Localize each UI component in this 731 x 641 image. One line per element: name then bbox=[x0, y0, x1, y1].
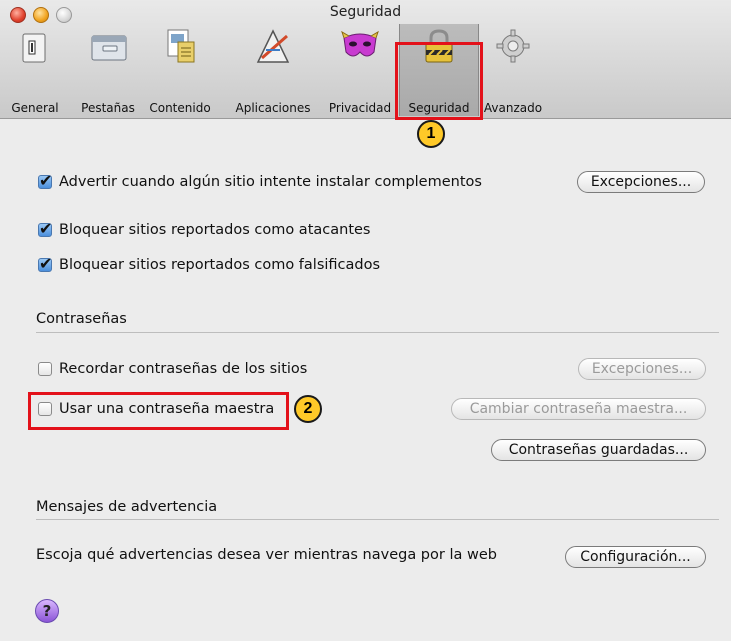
tab-tabs[interactable]: Pestañas bbox=[78, 24, 138, 116]
tabs-icon bbox=[91, 35, 127, 61]
divider bbox=[36, 519, 719, 520]
window-toolbar: Seguridad General Pestañas Contenido Apl… bbox=[0, 0, 731, 119]
highlight-box-master-password bbox=[28, 392, 289, 430]
tab-label: Pestañas bbox=[81, 101, 135, 115]
content-icon bbox=[167, 29, 195, 63]
warn-addons-label: Advertir cuando algún sitio intente inst… bbox=[59, 174, 482, 190]
block-forgery-checkbox[interactable] bbox=[38, 254, 52, 273]
divider bbox=[36, 332, 719, 333]
password-exceptions-button[interactable]: Excepciones... bbox=[578, 358, 706, 380]
remember-passwords-option[interactable]: Recordar contraseñas de los sitios bbox=[38, 361, 307, 377]
window-title: Seguridad bbox=[329, 4, 402, 20]
block-forgery-label: Bloquear sitios reportados como falsific… bbox=[59, 257, 381, 273]
warn-addons-option[interactable]: Advertir cuando algún sitio intente inst… bbox=[38, 171, 482, 190]
tab-label: Contenido bbox=[149, 101, 211, 115]
tab-advanced[interactable]: Avanzado bbox=[482, 24, 544, 116]
applications-icon bbox=[256, 29, 290, 63]
change-master-password-button[interactable]: Cambiar contraseña maestra... bbox=[451, 398, 706, 420]
block-attack-label: Bloquear sitios reportados como atacante… bbox=[59, 222, 371, 238]
warn-addons-checkbox[interactable] bbox=[38, 171, 52, 190]
tab-privacy[interactable]: Privacidad bbox=[322, 24, 398, 116]
block-attack-option[interactable]: Bloquear sitios reportados como atacante… bbox=[38, 219, 371, 238]
tab-label: General bbox=[11, 101, 59, 115]
highlight-box-security-tab bbox=[395, 42, 483, 120]
privacy-mask-icon bbox=[341, 30, 379, 57]
tab-label: Aplicaciones bbox=[235, 101, 311, 115]
tab-label: Privacidad bbox=[328, 101, 392, 115]
help-button[interactable]: ? bbox=[35, 599, 59, 623]
annotation-badge-1: 1 bbox=[417, 120, 445, 148]
saved-passwords-button[interactable]: Contraseñas guardadas... bbox=[491, 439, 706, 461]
remember-passwords-checkbox[interactable] bbox=[38, 362, 52, 376]
general-icon bbox=[22, 33, 46, 63]
block-attack-checkbox[interactable] bbox=[38, 219, 52, 238]
tab-general[interactable]: General bbox=[4, 24, 66, 116]
addons-exceptions-button[interactable]: Excepciones... bbox=[577, 171, 705, 193]
block-forgery-option[interactable]: Bloquear sitios reportados como falsific… bbox=[38, 254, 381, 273]
annotation-badge-2: 2 bbox=[294, 395, 322, 423]
tab-content[interactable]: Contenido bbox=[146, 24, 214, 116]
warnings-section-title: Mensajes de advertencia bbox=[36, 499, 218, 515]
remember-passwords-label: Recordar contraseñas de los sitios bbox=[59, 361, 308, 377]
tab-label: Avanzado bbox=[483, 101, 543, 115]
tab-applications[interactable]: Aplicaciones bbox=[228, 24, 318, 116]
warning-settings-button[interactable]: Configuración... bbox=[565, 546, 706, 568]
passwords-section-title: Contraseñas bbox=[36, 311, 127, 327]
warnings-description: Escoja qué advertencias desea ver mientr… bbox=[36, 547, 497, 563]
gear-icon bbox=[496, 29, 530, 63]
